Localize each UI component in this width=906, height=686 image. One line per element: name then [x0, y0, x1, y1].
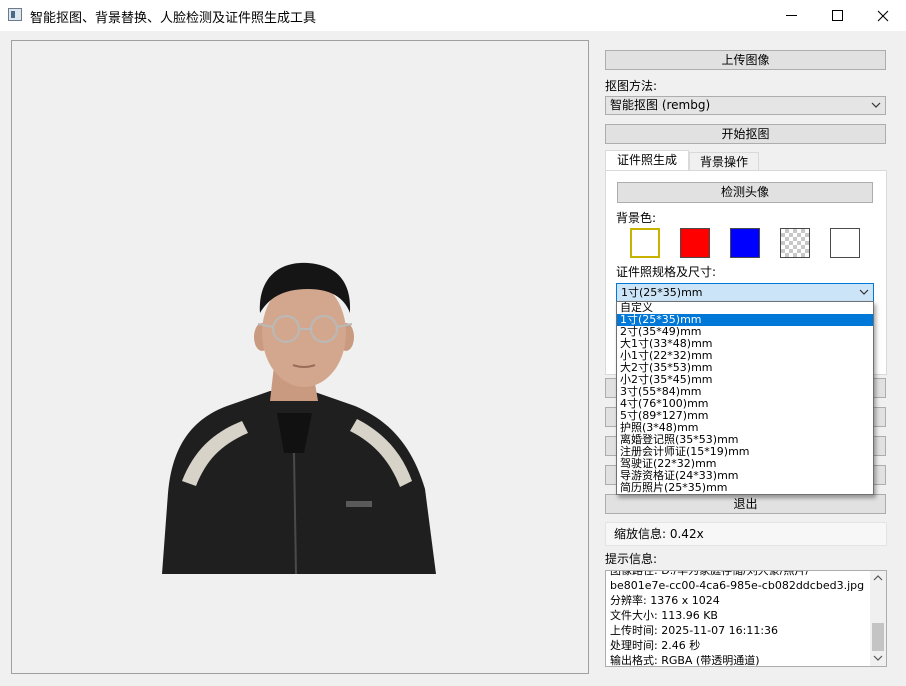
zoom-info: 缩放信息: 0.42x — [605, 522, 887, 546]
info-line: be801e7e-cc00-4ca6-985e-cb082ddcbed3.jpg — [610, 579, 865, 592]
info-line: 图像路径: D:/华为家庭存储/刘大豪/照片/ — [610, 570, 810, 577]
background-color-label: 背景色: — [616, 211, 657, 225]
method-select-value: 智能抠图 (rembg) — [610, 98, 711, 112]
photo-size-dropdown[interactable]: 自定义 1寸(25*35)mm 2寸(35*49)mm 大1寸(33*48)mm 小1寸… — [616, 301, 874, 495]
photo-size-value: 1寸(25*35)mm — [621, 286, 703, 299]
scroll-thumb[interactable] — [872, 623, 884, 651]
image-canvas[interactable] — [11, 40, 589, 674]
tab-background[interactable]: 背景操作 — [689, 152, 759, 171]
close-icon — [877, 10, 889, 21]
app-icon — [8, 8, 22, 21]
title-bar: 智能抠图、背景替换、人脸检测及证件照生成工具 — [0, 0, 906, 31]
photo-size-select[interactable]: 1寸(25*35)mm — [616, 283, 874, 302]
scroll-up-icon[interactable] — [873, 574, 883, 582]
person-image — [162, 262, 436, 575]
photo-size-label: 证件照规格及尺寸: — [616, 265, 717, 279]
dropdown-option[interactable]: 简历照片(25*35)mm — [617, 482, 873, 494]
blue-swatch[interactable] — [730, 228, 760, 258]
window-title: 智能抠图、背景替换、人脸检测及证件照生成工具 — [30, 11, 317, 26]
scroll-down-icon[interactable] — [873, 654, 883, 662]
info-label: 提示信息: — [605, 552, 658, 566]
exit-button[interactable]: 退出 — [605, 494, 886, 514]
transparent-swatch[interactable] — [780, 228, 810, 258]
chevron-down-icon — [859, 289, 869, 295]
yellow-swatch[interactable] — [630, 228, 660, 258]
minimize-button[interactable] — [768, 0, 814, 31]
start-cutout-button[interactable]: 开始抠图 — [605, 124, 886, 144]
info-line: 处理时间: 2.46 秒 — [610, 639, 701, 652]
info-text-area[interactable]: 图像路径: D:/华为家庭存储/刘大豪/照片/be801e7e-cc00-4ca… — [605, 570, 887, 667]
detect-face-button[interactable]: 检测头像 — [617, 182, 873, 203]
maximize-button[interactable] — [814, 0, 860, 31]
info-line: 上传时间: 2025-11-07 16:11:36 — [610, 624, 779, 637]
white-swatch[interactable] — [830, 228, 860, 258]
tab-id-photo[interactable]: 证件照生成 — [605, 150, 689, 172]
info-line: 分辨率: 1376 x 1024 — [610, 594, 720, 607]
method-select[interactable]: 智能抠图 (rembg) — [605, 96, 886, 115]
upload-image-button[interactable]: 上传图像 — [605, 50, 886, 70]
method-label: 抠图方法: — [605, 79, 658, 93]
info-line: 输出格式: RGBA (带透明通道) — [610, 654, 760, 667]
chevron-down-icon — [871, 102, 881, 108]
red-swatch[interactable] — [680, 228, 710, 258]
info-line: 文件大小: 113.96 KB — [610, 609, 718, 622]
close-button[interactable] — [860, 0, 906, 31]
info-scrollbar[interactable] — [870, 571, 886, 666]
